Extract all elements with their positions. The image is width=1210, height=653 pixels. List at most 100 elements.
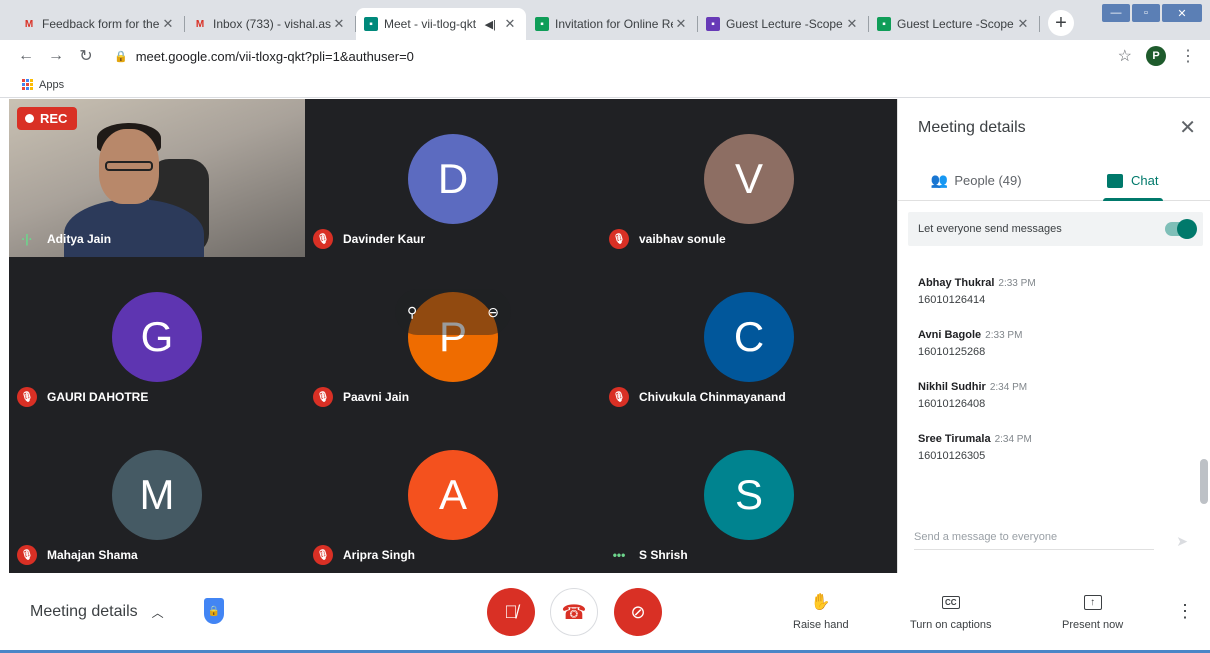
profile-avatar[interactable]: P: [1146, 46, 1166, 66]
apps-grid-icon[interactable]: [22, 79, 33, 90]
leave-call-button[interactable]: ☎: [550, 588, 598, 636]
browser-tab[interactable]: ▪ Meet - vii-tlog-qkt ◀| ✕: [356, 8, 526, 40]
tab-close-icon[interactable]: ✕: [844, 16, 860, 32]
mic-muted-icon: 🎙: [17, 545, 37, 565]
raise-hand-button[interactable]: ✋ Raise hand: [793, 591, 849, 631]
window-close-button[interactable]: ✕: [1162, 4, 1202, 22]
message-sender: Avni Bagole: [918, 329, 982, 341]
mic-muted-icon: 🎙: [609, 229, 629, 249]
captions-button[interactable]: CC Turn on captions: [910, 591, 992, 631]
pin-icon[interactable]: ⚲: [407, 304, 417, 321]
speaker-icon[interactable]: ◀|: [485, 18, 496, 31]
hang-up-icon: ☎: [561, 601, 587, 624]
participant-tile[interactable]: P ⚲ ⊖ 🎙 Paavni Jain: [305, 257, 601, 415]
apps-bookmark[interactable]: Apps: [39, 79, 64, 91]
tile-hover-controls: ⚲ ⊖: [395, 289, 511, 335]
camera-off-button[interactable]: ⊘: [614, 588, 662, 636]
maximize-button[interactable]: ▫: [1132, 4, 1160, 22]
forward-button[interactable]: →: [44, 47, 68, 65]
present-now-label: Present now: [1062, 619, 1124, 631]
browser-tab[interactable]: ▪ Guest Lecture -Scope of ✕: [869, 8, 1040, 40]
minimize-button[interactable]: —: [1102, 4, 1130, 22]
participant-tile[interactable]: C 🎙 Chivukula Chinmayanand: [601, 257, 897, 415]
meeting-control-bar: Meeting details ︿ 🔒 🎙̸ ☎ ⊘ ✋ Raise hand …: [9, 573, 1210, 650]
browser-tab[interactable]: M Inbox (733) - vishal.asw ✕: [185, 8, 356, 40]
chevron-up-icon: ︿: [151, 605, 164, 620]
mic-muted-icon: 🎙: [17, 387, 37, 407]
message-text: 16010126408: [918, 398, 986, 410]
participant-tile[interactable]: REC ·|· Aditya Jain: [9, 99, 305, 257]
tab-favicon-icon: ▪: [706, 17, 720, 31]
microphone-off-button[interactable]: 🎙̸: [487, 588, 535, 636]
tab-close-icon[interactable]: ✕: [502, 16, 518, 32]
tab-close-icon[interactable]: ✕: [331, 16, 347, 32]
message-text: 16010125268: [918, 346, 986, 358]
panel-tabs: 👥 People (49) Chat: [898, 161, 1210, 201]
participant-name-row: 🎙 Paavni Jain: [313, 387, 409, 407]
rec-label: REC: [40, 111, 68, 126]
camera-off-icon: ⊘: [630, 601, 646, 622]
message-header: Abhay Thukral 2:33 PM: [918, 277, 1188, 289]
address-bar[interactable]: 🔒 meet.google.com/vii-tloxg-qkt?pli=1&au…: [114, 49, 1118, 64]
participant-name-row: 🎙 Mahajan Shama: [17, 545, 138, 565]
tab-close-icon[interactable]: ✕: [160, 16, 176, 32]
hand-icon: ✋: [810, 594, 831, 611]
send-icon[interactable]: ➤: [1176, 533, 1188, 550]
message-sender: Abhay Thukral: [918, 277, 995, 289]
tab-people[interactable]: 👥 People (49): [898, 161, 1055, 200]
bookmarks-bar: Apps: [0, 72, 1210, 98]
participant-tile[interactable]: A 🎙 Aripra Singh: [305, 415, 601, 573]
remove-icon[interactable]: ⊖: [487, 304, 499, 321]
tab-title: Inbox (733) - vishal.asw: [213, 17, 331, 31]
tab-close-icon[interactable]: ✕: [1015, 16, 1031, 32]
participant-name-row: 🎙 vaibhav sonule: [609, 229, 726, 249]
setting-label: Let everyone send messages: [918, 223, 1062, 235]
recording-badge: REC: [17, 107, 78, 130]
participant-name: Chivukula Chinmayanand: [639, 390, 786, 404]
lock-icon: 🔒: [114, 50, 128, 63]
present-now-button[interactable]: ↑ Present now: [1062, 591, 1123, 631]
people-icon: 👥: [930, 172, 949, 188]
chat-scrollbar[interactable]: [1200, 459, 1208, 504]
captions-label: Turn on captions: [910, 619, 992, 631]
let-everyone-send-setting: Let everyone send messages: [908, 212, 1203, 246]
tab-list: M Feedback form for the s ✕ M Inbox (733) - …: [14, 8, 1040, 40]
browser-menu-icon[interactable]: ⋮: [1180, 46, 1196, 66]
browser-toolbar: ← → ↻ 🔒 meet.google.com/vii-tloxg-qkt?pl…: [0, 40, 1210, 72]
participant-name: S Shrish: [639, 548, 688, 562]
close-icon[interactable]: ✕: [1179, 115, 1196, 140]
tab-separator: [1039, 16, 1040, 32]
mic-muted-icon: 🎙: [313, 387, 333, 407]
back-button[interactable]: ←: [14, 47, 38, 65]
browser-tab[interactable]: ▪ Invitation for Online Rec ✕: [527, 8, 698, 40]
participant-tile[interactable]: V 🎙 vaibhav sonule: [601, 99, 897, 257]
chat-messages: Abhay Thukral 2:33 PM 16010126414 Avni Bago…: [918, 277, 1188, 485]
participant-name: Mahajan Shama: [47, 548, 138, 562]
browser-tab[interactable]: M Feedback form for the s ✕: [14, 8, 185, 40]
captions-icon: CC: [941, 595, 960, 609]
tab-chat[interactable]: Chat: [1055, 161, 1210, 201]
mic-muted-icon: 🎙: [313, 229, 333, 249]
tab-people-label: People (49): [954, 173, 1022, 188]
send-messages-toggle[interactable]: [1165, 219, 1197, 239]
participant-avatar: D: [408, 134, 498, 224]
participant-tile[interactable]: M 🎙 Mahajan Shama: [9, 415, 305, 573]
security-shield-icon[interactable]: 🔒: [204, 598, 224, 624]
browser-tab[interactable]: ▪ Guest Lecture -Scope of ✕: [698, 8, 869, 40]
meeting-details-button[interactable]: Meeting details ︿: [30, 603, 164, 621]
participant-tile[interactable]: D 🎙 Davinder Kaur: [305, 99, 601, 257]
tab-favicon-icon: ▪: [535, 17, 549, 31]
participant-avatar: M: [112, 450, 202, 540]
chat-message-input[interactable]: Send a message to everyone: [914, 531, 1154, 550]
record-dot-icon: [25, 114, 34, 123]
participant-tile[interactable]: S ••• S Shrish: [601, 415, 897, 573]
tab-favicon-icon: ▪: [877, 17, 891, 31]
tab-title: Meet - vii-tlog-qkt: [384, 17, 477, 31]
bookmark-star-icon[interactable]: ☆: [1118, 46, 1132, 66]
more-options-icon[interactable]: ⋮: [1176, 601, 1194, 622]
new-tab-button[interactable]: +: [1048, 10, 1074, 36]
reload-button[interactable]: ↻: [74, 46, 98, 66]
tab-close-icon[interactable]: ✕: [673, 16, 689, 32]
participant-tile[interactable]: G 🎙 GAURI DAHOTRE: [9, 257, 305, 415]
tab-title: Guest Lecture -Scope of: [897, 17, 1015, 31]
